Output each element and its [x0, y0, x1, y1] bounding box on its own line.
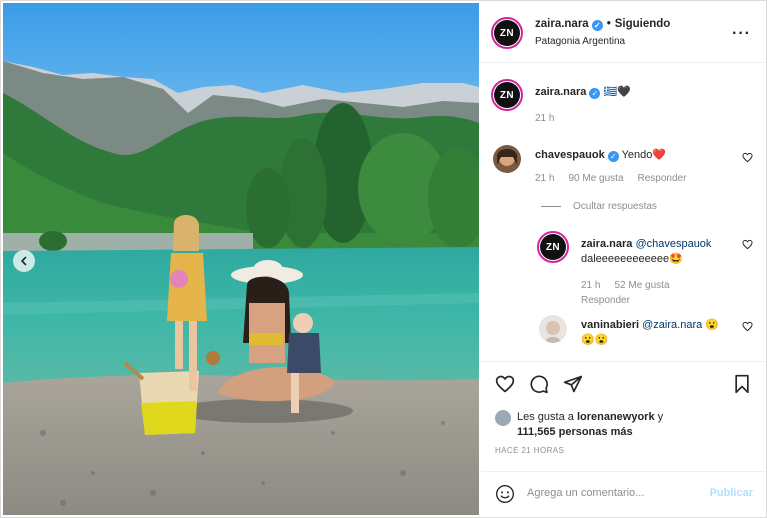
- emoji-smile-icon[interactable]: [495, 484, 515, 504]
- avatar-photo: [493, 145, 521, 173]
- caption-avatar[interactable]: ZN: [491, 79, 523, 111]
- avatar-initials: ZN: [494, 20, 520, 46]
- post-side-panel: ZN zaira.nara ✓ • Siguiendo Patagonia Argen…: [481, 3, 765, 515]
- comment-meta: 21 h 90 Me gusta Responder: [535, 173, 700, 184]
- hide-replies-line: [541, 206, 561, 207]
- reply-username[interactable]: vaninabieri: [581, 319, 639, 331]
- author-line: zaira.nara ✓ • Siguiendo: [535, 18, 670, 31]
- post-time-ago[interactable]: HACE 21 HORAS: [495, 446, 564, 455]
- avatar-initials: ZN: [494, 82, 520, 108]
- reply-likes[interactable]: 52 Me gusta: [614, 280, 669, 291]
- liked-by-suffix: y: [657, 411, 664, 423]
- avatar-initials: ZN: [540, 234, 566, 260]
- reply-mention[interactable]: @chavespauok: [635, 238, 711, 250]
- post-actions: Les gusta a lorenanewyork y 111,565 pers…: [481, 361, 765, 461]
- reply-button[interactable]: Responder: [581, 295, 630, 306]
- more-options-icon[interactable]: ···: [732, 25, 751, 43]
- hide-replies-button[interactable]: Ocultar respuestas: [541, 201, 657, 212]
- comment-bubble-icon[interactable]: [529, 374, 549, 394]
- add-comment-bar: Publicar: [481, 471, 765, 515]
- heart-small-icon[interactable]: [742, 152, 753, 163]
- reply-item: vaninabieri @zaira.nara 😮😮😮: [481, 315, 765, 361]
- verified-badge-icon: ✓: [591, 20, 603, 31]
- following-button[interactable]: Siguiendo: [615, 18, 671, 30]
- chevron-left-icon: [21, 256, 27, 266]
- author-username[interactable]: zaira.nara: [535, 18, 589, 30]
- heart-outline-icon[interactable]: [495, 374, 515, 394]
- hide-replies-label: Ocultar respuestas: [573, 201, 657, 212]
- caption-time[interactable]: 21 h: [535, 113, 554, 124]
- reply-avatar[interactable]: [539, 315, 567, 343]
- reply-time[interactable]: 21 h: [581, 280, 600, 291]
- reply-button[interactable]: Responder: [638, 173, 687, 184]
- heart-small-icon[interactable]: [742, 321, 753, 332]
- verified-badge-icon: ✓: [607, 151, 619, 162]
- commenter-avatar[interactable]: [493, 145, 521, 173]
- carousel-prev-button[interactable]: [13, 250, 35, 272]
- reply-meta: 21 h 52 Me gusta Responder: [581, 278, 684, 308]
- comment-body: chavespauok ✓ Yendo❤️: [535, 148, 666, 162]
- comment-time[interactable]: 21 h: [535, 173, 554, 184]
- liker-avatar[interactable]: [495, 410, 511, 426]
- liked-by-user[interactable]: lorenanewyork: [577, 411, 655, 423]
- reply-mention[interactable]: @zaira.nara: [642, 319, 702, 331]
- reply-body: zaira.nara @chavespauok daleeeeeeeeeeee🤩: [581, 237, 731, 267]
- separator-dot: •: [606, 18, 611, 30]
- avatar-photo: [539, 315, 567, 343]
- likes-summary: Les gusta a lorenanewyork y 111,565 pers…: [495, 410, 663, 440]
- post-photo[interactable]: [3, 3, 479, 515]
- instagram-post-modal: ZN zaira.nara ✓ • Siguiendo Patagonia Argen…: [0, 0, 767, 518]
- post-location[interactable]: Patagonia Argentina: [535, 36, 625, 47]
- liked-by-line: Les gusta a lorenanewyork y: [517, 410, 663, 425]
- comment-likes[interactable]: 90 Me gusta: [568, 173, 623, 184]
- author-avatar[interactable]: ZN: [491, 17, 523, 49]
- caption-username[interactable]: zaira.nara: [535, 86, 586, 98]
- comment-input[interactable]: [527, 482, 697, 504]
- paper-plane-icon[interactable]: [563, 374, 583, 394]
- comment-text: Yendo❤️: [621, 149, 667, 161]
- caption-text: 🇬🇷🖤: [603, 86, 631, 98]
- comment-username[interactable]: chavespauok: [535, 149, 605, 161]
- comments-section: ZN zaira.nara ✓ 🇬🇷🖤 21 h chavespauok ✓ Y…: [481, 63, 765, 361]
- publish-button[interactable]: Publicar: [710, 487, 753, 499]
- reply-avatar[interactable]: ZN: [537, 231, 569, 263]
- heart-small-icon[interactable]: [742, 239, 753, 250]
- likes-total[interactable]: 111,565 personas más: [517, 425, 663, 440]
- caption: zaira.nara ✓ 🇬🇷🖤: [535, 85, 631, 99]
- photo-illustration: [3, 3, 479, 515]
- reply-item: ZN zaira.nara @chavespauok daleeeeeeeeee…: [481, 231, 765, 311]
- comment-item: chavespauok ✓ Yendo❤️ 21 h 90 Me gusta Resp…: [481, 143, 765, 203]
- reply-body: vaninabieri @zaira.nara 😮😮😮: [581, 318, 731, 348]
- liked-by-prefix: Les gusta a: [517, 411, 574, 423]
- post-header: ZN zaira.nara ✓ • Siguiendo Patagonia Argen…: [481, 3, 765, 63]
- reply-text: daleeeeeeeeeeee🤩: [581, 253, 683, 265]
- reply-username[interactable]: zaira.nara: [581, 238, 632, 250]
- bookmark-icon[interactable]: [733, 374, 751, 394]
- verified-badge-icon: ✓: [589, 88, 601, 99]
